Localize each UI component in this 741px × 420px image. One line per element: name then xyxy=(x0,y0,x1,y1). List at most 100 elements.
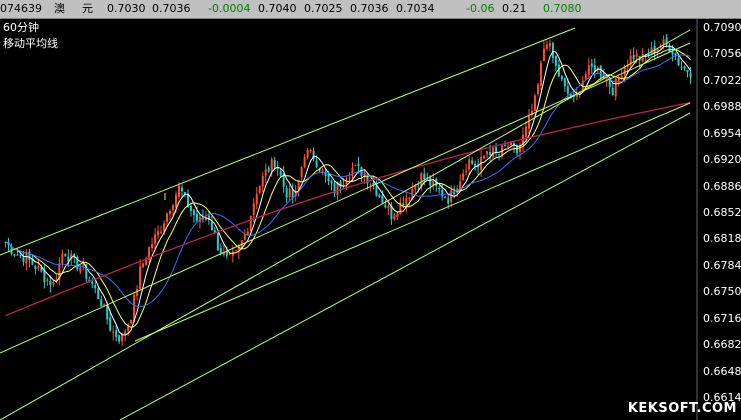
candle-body xyxy=(590,63,593,67)
candle-body xyxy=(453,192,456,195)
candle-body xyxy=(19,254,22,256)
candle-body xyxy=(306,149,309,158)
candle-body xyxy=(330,180,333,184)
price-tick-label: 0.6954 xyxy=(703,126,741,140)
candle-body xyxy=(195,213,198,221)
candle-body xyxy=(369,184,372,186)
candle-body xyxy=(321,170,324,172)
candle-body xyxy=(611,87,614,96)
candle-body xyxy=(255,193,258,205)
candle-body xyxy=(468,159,471,170)
candle-body xyxy=(483,155,486,159)
candle-body xyxy=(462,173,465,181)
candle-body xyxy=(139,266,142,289)
candle-body xyxy=(354,164,357,166)
candle-body xyxy=(542,48,545,62)
period-label: 60分钟 xyxy=(3,21,39,34)
candle-body xyxy=(492,147,495,157)
candle-body xyxy=(632,55,635,59)
price-tick-label: 0.6750 xyxy=(703,285,741,299)
quote-price-c: 0.7040 xyxy=(258,2,297,15)
candle-body xyxy=(97,288,100,300)
price-tick-label: 0.6784 xyxy=(703,258,741,272)
candle-body xyxy=(273,159,276,168)
price-tick-label: 0.7056 xyxy=(703,47,741,61)
candle-body xyxy=(686,69,689,73)
candle-body xyxy=(444,197,447,199)
candle-body xyxy=(175,194,177,208)
candle-body xyxy=(192,209,195,216)
watermark: KEKSOFT.COM xyxy=(627,401,737,416)
candle-body xyxy=(52,282,55,285)
trend-line xyxy=(0,42,691,354)
candle-body xyxy=(279,170,282,176)
price-tick-label: 0.6648 xyxy=(703,364,741,378)
candle-body xyxy=(64,254,67,256)
candle-body xyxy=(315,160,318,167)
candle-body xyxy=(13,254,16,256)
candle-body xyxy=(109,317,112,331)
candle-body xyxy=(465,170,468,173)
candle-body xyxy=(163,223,166,232)
candle-body xyxy=(300,167,303,178)
candle-body xyxy=(551,43,554,59)
price-tick-label: 0.6716 xyxy=(703,311,741,325)
candle-body xyxy=(249,215,252,232)
candle-body xyxy=(118,334,121,342)
candle-body xyxy=(447,198,450,204)
candle-body xyxy=(169,210,172,214)
candle-body xyxy=(545,44,548,49)
candle-body xyxy=(689,73,692,78)
candle-body xyxy=(351,167,354,177)
candlestick-chart[interactable] xyxy=(0,19,741,420)
candle-body xyxy=(172,205,175,210)
candle-body xyxy=(216,233,219,251)
candle-body xyxy=(91,281,94,284)
candle-body xyxy=(258,185,261,193)
candle-body xyxy=(375,185,378,196)
candle-body xyxy=(291,189,294,198)
candle-body xyxy=(157,231,160,236)
candle-body xyxy=(261,176,264,187)
candle-body xyxy=(327,173,330,182)
price-tick-label: 0.6920 xyxy=(703,153,741,167)
candle-body xyxy=(100,299,103,307)
candle-body xyxy=(441,189,444,197)
trend-line xyxy=(119,112,691,420)
ma-blue-line xyxy=(5,54,691,307)
candle-body xyxy=(527,115,530,129)
quote-change-2: -0.06 xyxy=(466,2,495,15)
candle-body xyxy=(49,281,52,286)
price-tick-label: 0.7022 xyxy=(703,73,741,87)
price-tick-label: 0.6988 xyxy=(703,100,741,114)
candle-body xyxy=(536,84,539,94)
candle-body xyxy=(22,256,25,263)
candle-body xyxy=(378,194,381,198)
quote-price-f: 0.7034 xyxy=(396,2,435,15)
candle-body xyxy=(151,243,154,248)
candle-body xyxy=(285,188,288,198)
candle-body xyxy=(160,231,163,233)
candle-body xyxy=(677,57,680,66)
candle-body xyxy=(539,62,542,87)
candle-body xyxy=(46,279,49,282)
candle-body xyxy=(524,126,527,137)
candle-body xyxy=(106,305,109,320)
quote-name-2: 元 xyxy=(82,2,93,15)
candle-body xyxy=(142,263,145,268)
candle-body xyxy=(154,234,157,244)
quote-change-1: -0.0004 xyxy=(208,2,251,15)
candle-body xyxy=(67,256,70,262)
candle-body xyxy=(486,151,489,155)
price-tick-label: 0.6818 xyxy=(703,232,741,246)
quote-value-g: 0.21 xyxy=(502,2,527,15)
candle-body xyxy=(183,192,186,194)
candle-body xyxy=(136,288,139,296)
candle-body xyxy=(683,66,686,69)
quote-bar: 074639 澳 元 0.7030 0.7036 -0.0004 0.7040 … xyxy=(0,0,741,19)
quote-name-1: 澳 xyxy=(54,2,65,15)
candle-body xyxy=(671,51,674,55)
candle-body xyxy=(387,206,390,209)
candle-body xyxy=(303,157,306,168)
chart-window[interactable]: 074639 澳 元 0.7030 0.7036 -0.0004 0.7040 … xyxy=(0,0,741,420)
